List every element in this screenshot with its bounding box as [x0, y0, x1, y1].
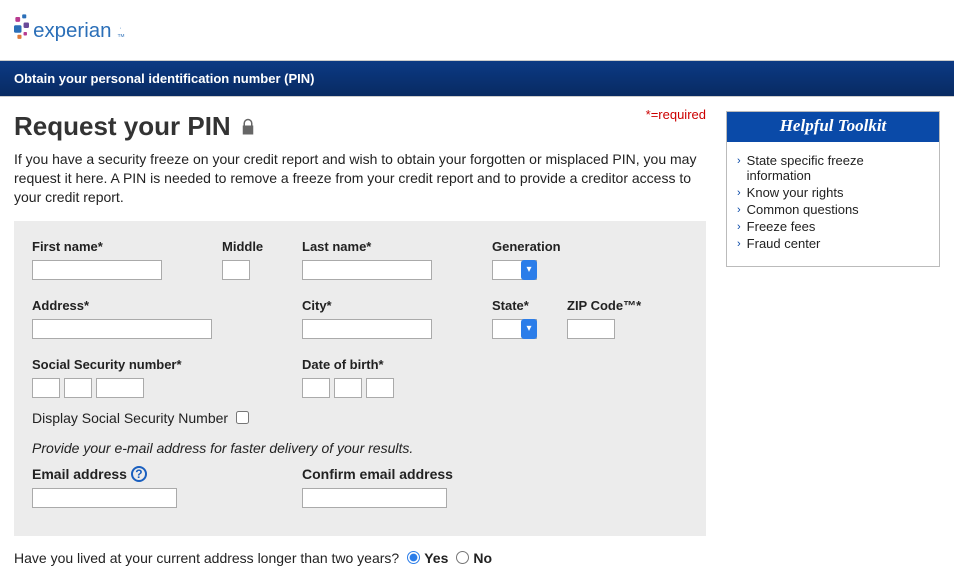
radio-no[interactable] — [456, 551, 469, 564]
last-name-label: Last name* — [302, 239, 492, 254]
help-icon[interactable]: ? — [131, 466, 147, 482]
generation-label: Generation — [492, 239, 561, 254]
address-label: Address* — [32, 298, 302, 313]
svg-text:experian: experian — [33, 19, 111, 42]
dob-label: Date of birth* — [302, 357, 394, 372]
address-input[interactable] — [32, 319, 212, 339]
dob-input-1[interactable] — [302, 378, 330, 398]
address-duration-question: Have you lived at your current address l… — [0, 536, 954, 576]
radio-yes[interactable] — [407, 551, 420, 564]
intro-text: If you have a security freeze on your cr… — [14, 150, 706, 207]
display-ssn-checkbox[interactable] — [236, 411, 249, 424]
lock-icon — [239, 117, 257, 137]
city-label: City* — [302, 298, 492, 313]
email-hint: Provide your e-mail address for faster d… — [32, 440, 688, 456]
question-text: Have you lived at your current address l… — [14, 550, 399, 566]
first-name-input[interactable] — [32, 260, 162, 280]
radio-yes-label[interactable]: Yes — [407, 550, 448, 566]
ssn-input-2[interactable] — [64, 378, 92, 398]
toolkit-heading: Helpful Toolkit — [727, 112, 939, 142]
first-name-label: First name* — [32, 239, 222, 254]
page-banner: Obtain your personal identification numb… — [0, 60, 954, 97]
middle-input[interactable] — [222, 260, 250, 280]
state-label: State* — [492, 298, 567, 313]
toolkit-link[interactable]: Common questions — [747, 202, 859, 217]
caret-icon: › — [737, 155, 741, 167]
last-name-input[interactable] — [302, 260, 432, 280]
display-ssn-label: Display Social Security Number — [32, 410, 228, 426]
confirm-email-input[interactable] — [302, 488, 447, 508]
no-text: No — [473, 550, 492, 566]
experian-logo: experian . TM — [14, 10, 940, 50]
helpful-toolkit: Helpful Toolkit › State specific freeze i… — [726, 111, 940, 267]
ssn-input-1[interactable] — [32, 378, 60, 398]
confirm-email-label: Confirm email address — [302, 466, 453, 482]
required-indicator: *=required — [646, 107, 706, 122]
ssn-input-3[interactable] — [96, 378, 144, 398]
toolkit-link[interactable]: Fraud center — [747, 236, 821, 251]
toolkit-link[interactable]: State specific freeze information — [747, 153, 927, 183]
logo-area: experian . TM — [0, 0, 954, 60]
svg-text:.: . — [120, 24, 122, 31]
dob-input-3[interactable] — [366, 378, 394, 398]
city-input[interactable] — [302, 319, 432, 339]
caret-icon: › — [737, 238, 741, 250]
page-title: Request your PIN — [14, 111, 646, 142]
caret-icon: › — [737, 221, 741, 233]
state-select[interactable] — [492, 319, 537, 339]
zip-input[interactable] — [567, 319, 615, 339]
zip-label: ZIP Code™* — [567, 298, 641, 313]
email-label: Email address — [32, 466, 127, 482]
caret-icon: › — [737, 204, 741, 216]
toolkit-list: › State specific freeze information › Know… — [727, 142, 939, 266]
pin-request-form: First name* Middle Last name* Generation… — [14, 221, 706, 536]
toolkit-link[interactable]: Freeze fees — [747, 219, 816, 234]
yes-text: Yes — [424, 550, 448, 566]
page-title-text: Request your PIN — [14, 111, 231, 142]
radio-no-label[interactable]: No — [456, 550, 492, 566]
dob-input-2[interactable] — [334, 378, 362, 398]
email-input[interactable] — [32, 488, 177, 508]
generation-select[interactable] — [492, 260, 537, 280]
toolkit-link[interactable]: Know your rights — [747, 185, 844, 200]
svg-text:TM: TM — [118, 33, 125, 39]
caret-icon: › — [737, 187, 741, 199]
middle-label: Middle — [222, 239, 302, 254]
ssn-label: Social Security number* — [32, 357, 302, 372]
